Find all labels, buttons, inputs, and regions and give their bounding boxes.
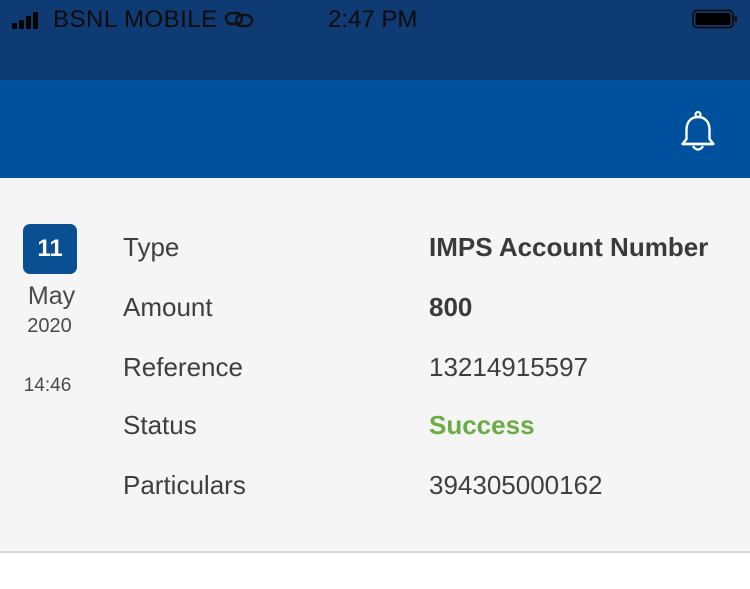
particulars-value: 394305000162: [429, 470, 603, 500]
status-label: Status: [123, 410, 197, 440]
battery-icon: [692, 9, 737, 29]
link-icon: [224, 11, 254, 28]
status-time: 2:47 PM: [328, 6, 418, 33]
detail-row-particulars: Particulars 394305000162: [0, 470, 750, 510]
type-label: Type: [123, 232, 180, 262]
detail-row-status: Status Success: [0, 410, 750, 450]
transaction-card[interactable]: 11 May 2020 14:46 Type IMPS Account Numb…: [0, 178, 750, 553]
particulars-label: Particulars: [123, 470, 246, 500]
amount-label: Amount: [123, 292, 213, 322]
carrier-name: BSNL MOBILE: [53, 6, 218, 33]
bell-icon[interactable]: [679, 110, 717, 152]
amount-value: 800: [429, 292, 473, 322]
status-value: Success: [429, 410, 535, 440]
reference-value: 13214915597: [429, 352, 589, 382]
app-header: [0, 80, 750, 178]
signal-strength-icon: [12, 11, 46, 29]
detail-row-amount: Amount 800: [0, 292, 750, 332]
detail-row-type: Type IMPS Account Number: [0, 232, 750, 272]
reference-label: Reference: [123, 352, 243, 382]
detail-row-reference: Reference 13214915597: [0, 352, 750, 392]
status-bar: BSNL MOBILE 2:47 PM: [0, 0, 750, 80]
type-value: IMPS Account Number: [429, 232, 709, 262]
